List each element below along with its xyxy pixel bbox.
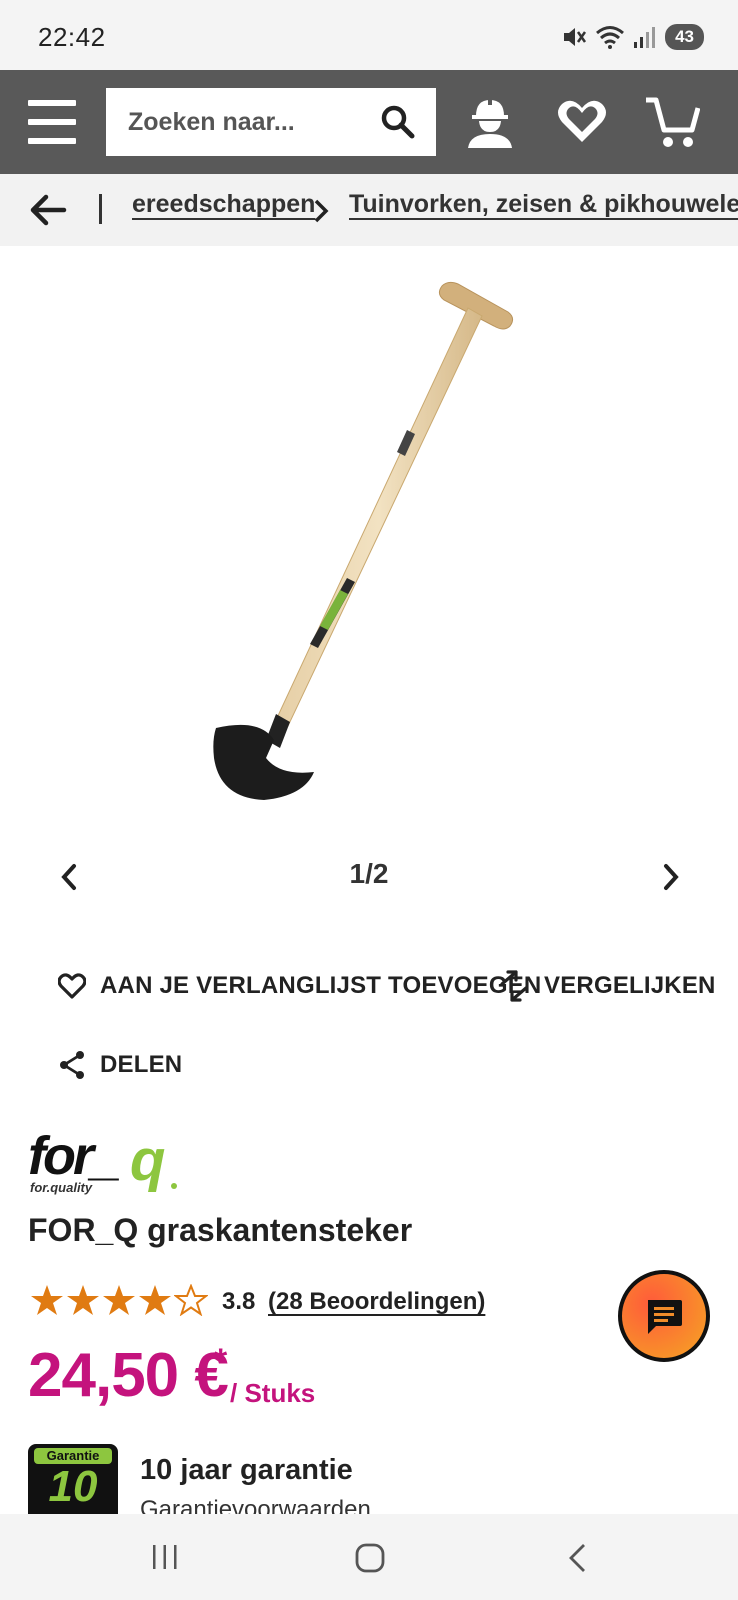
gallery-next-button[interactable]: [660, 862, 682, 892]
chat-icon: [648, 1300, 682, 1334]
menu-icon: [28, 100, 76, 106]
add-to-wishlist-label: AAN JE VERLANGLIJST TOEVOEGEN: [100, 972, 542, 999]
warranty-badge-number: 10: [48, 1462, 98, 1511]
breadcrumb-item-tools[interactable]: ereedschappen: [132, 190, 315, 219]
svg-text:for_: for_: [28, 1128, 119, 1186]
star-full-icon: [31, 1285, 63, 1315]
signal-icon: [634, 27, 656, 48]
compare-icon: [500, 970, 528, 1002]
compare-label: VERGELIJKEN: [544, 972, 716, 999]
status-bar: 22:42 43: [0, 0, 738, 70]
rating-value: 3.8: [222, 1288, 256, 1315]
status-time: 22:42: [38, 22, 106, 52]
add-to-wishlist-button[interactable]: AAN JE VERLANGLIJST TOEVOEGEN: [58, 972, 541, 1000]
price-asterisk: *: [214, 1342, 228, 1380]
breadcrumb: ereedschappen Tuinvorken, zeisen & pikho…: [0, 174, 738, 246]
breadcrumb-item-category[interactable]: Tuinvorken, zeisen & pikhouwelen: [349, 190, 738, 219]
search-input[interactable]: [106, 92, 366, 152]
menu-button[interactable]: [28, 100, 76, 144]
battery-icon: 43: [665, 24, 704, 50]
chevron-right-icon: [314, 199, 329, 223]
share-label: DELEN: [100, 1051, 183, 1078]
breadcrumb-divider: [99, 194, 102, 224]
share-icon: [60, 1051, 84, 1079]
product-image[interactable]: [200, 278, 540, 818]
share-button[interactable]: DELEN: [58, 1050, 182, 1080]
warranty-title: 10 jaar garantie: [140, 1454, 353, 1486]
gallery-counter: 1/2: [349, 858, 389, 889]
warranty-terms-link[interactable]: Garantievoorwaarden: [140, 1496, 371, 1514]
price-unit: / Stuks: [230, 1378, 316, 1408]
site-header: [0, 70, 738, 174]
recent-apps-icon[interactable]: [150, 1542, 180, 1572]
search-icon[interactable]: [380, 104, 416, 140]
compare-button[interactable]: VERGELIJKEN: [498, 970, 716, 1002]
star-full-icon: [103, 1285, 135, 1315]
star-full-icon: [139, 1285, 171, 1315]
status-icons: 43: [561, 22, 704, 52]
account-icon[interactable]: [462, 94, 518, 150]
product-price: 24,50 €: [28, 1341, 229, 1410]
warranty-badge: Garantie 10: [28, 1444, 118, 1514]
star-empty-icon: [174, 1284, 208, 1316]
rating-stars[interactable]: [30, 1284, 208, 1316]
back-icon[interactable]: [566, 1542, 590, 1574]
reviews-link[interactable]: (28 Beoordelingen): [268, 1288, 485, 1316]
product-title: FOR_Q graskantensteker: [28, 1212, 413, 1248]
svg-text:q: q: [130, 1128, 165, 1193]
system-nav-bar: [0, 1514, 738, 1600]
wishlist-icon[interactable]: [554, 94, 610, 150]
star-full-icon: [67, 1285, 99, 1315]
home-icon[interactable]: [354, 1542, 386, 1574]
brand-logo[interactable]: for_ q for.quality: [28, 1128, 178, 1200]
mute-icon: [564, 28, 587, 46]
cart-icon[interactable]: [644, 94, 700, 150]
back-arrow-icon[interactable]: [28, 192, 68, 228]
heart-icon: [58, 973, 86, 999]
svg-text:for.quality: for.quality: [30, 1180, 93, 1195]
search-bar: [106, 88, 436, 156]
wifi-icon: [596, 26, 625, 49]
chat-button[interactable]: [618, 1270, 710, 1362]
